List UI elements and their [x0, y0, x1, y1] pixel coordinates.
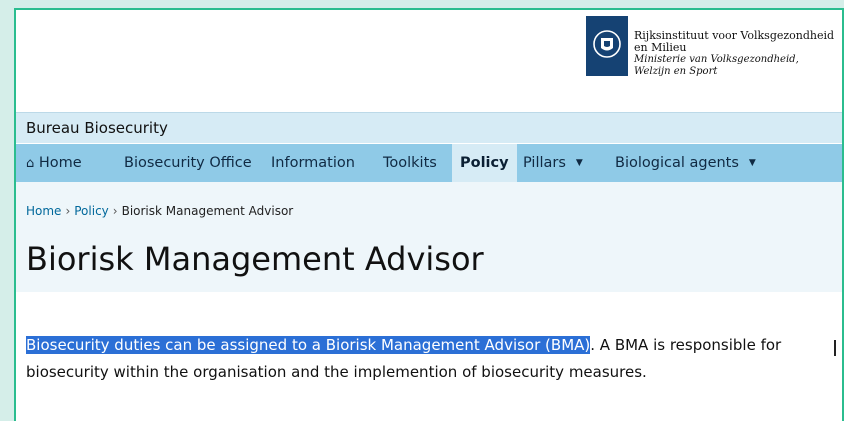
breadcrumb-home[interactable]: Home — [26, 204, 61, 218]
breadcrumb: Home › Policy › Biorisk Management Advisor — [26, 204, 293, 218]
intro-paragraph: Biosecurity duties can be assigned to a … — [26, 332, 816, 386]
breadcrumb-current: Biorisk Management Advisor — [121, 204, 294, 218]
caret-down-icon: ▼ — [748, 158, 756, 168]
logo[interactable]: Rijksinstituut voor Volksgezondheid en M… — [586, 16, 842, 116]
site-bar: Bureau Biosecurity — [16, 112, 842, 143]
nav-biological-agents-label: Biological agents — [615, 155, 739, 171]
text-cursor — [834, 340, 836, 356]
selected-text[interactable]: Biosecurity duties can be assigned to a … — [26, 336, 591, 354]
nav-information[interactable]: Information — [271, 144, 355, 182]
chevron-right-icon: › — [112, 204, 118, 218]
title-section: Home › Policy › Biorisk Management Advisor B… — [16, 182, 842, 292]
logo-text: Rijksinstituut voor Volksgezondheid en M… — [634, 30, 834, 78]
chevron-right-icon: › — [65, 204, 71, 218]
nav-policy[interactable]: Policy — [452, 144, 517, 182]
caret-down-icon: ▼ — [575, 158, 583, 168]
main-nav: ⌂ Home Biosecurity Office Information To… — [16, 144, 842, 182]
page-title: Biorisk Management Advisor — [26, 240, 484, 278]
nav-home[interactable]: ⌂ Home — [26, 144, 82, 182]
nav-pillars[interactable]: Pillars ▼ — [523, 144, 583, 182]
page-frame: Rijksinstituut voor Volksgezondheid en M… — [14, 8, 844, 421]
nav-biological-agents[interactable]: Biological agents ▼ — [615, 144, 756, 182]
nav-toolkits[interactable]: Toolkits — [383, 144, 437, 182]
nav-pillars-label: Pillars — [523, 155, 566, 171]
nav-biosecurity-office[interactable]: Biosecurity Office — [124, 144, 252, 182]
logo-line2: en Milieu — [634, 41, 687, 54]
breadcrumb-policy[interactable]: Policy — [74, 204, 109, 218]
coat-of-arms-icon — [586, 16, 628, 76]
logo-line4: Welzijn en Sport — [634, 66, 718, 77]
nav-home-label: Home — [38, 155, 82, 171]
site-name[interactable]: Bureau Biosecurity — [26, 119, 168, 137]
logo-line3: Ministerie van Volksgezondheid, — [634, 54, 799, 65]
home-icon: ⌂ — [26, 156, 35, 171]
